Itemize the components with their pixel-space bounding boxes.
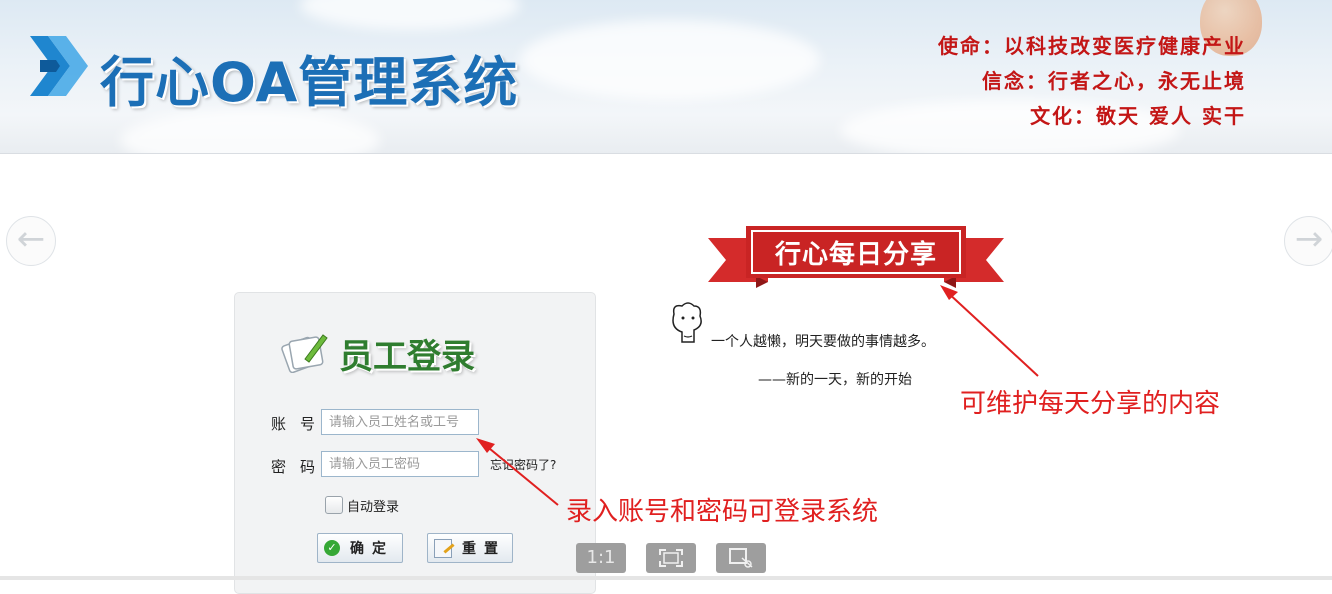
horizontal-scrollbar[interactable] [0,576,1332,580]
confirm-button-label: 确定 [350,541,394,557]
account-input[interactable] [321,409,479,435]
notebook-pen-icon [281,334,328,373]
header-banner: 行心OA管理系统 使命：以科技改变医疗健康产业 信念：行者之心，永无止境 文化：… [0,0,1332,154]
export-icon [729,548,753,568]
prev-arrow-button[interactable]: ← [6,216,56,266]
cartoon-figure-icon [672,302,702,343]
share-annotation: 可维护每天分享的内容 [960,389,1221,419]
fullscreen-button[interactable] [646,543,696,573]
reset-button[interactable]: 重置 [427,533,513,563]
arrow-left-icon: ← [16,219,46,259]
logo-icon [30,36,88,96]
auto-login-label: 自动登录 [347,500,400,515]
confirm-button[interactable]: ✓ 确定 [317,533,403,563]
login-annotation: 录入账号和密码可登录系统 [566,497,879,527]
reset-button-label: 重置 [462,541,506,557]
login-panel: 员工登录 账号 密码 忘记密码了? 自动登录 ✓ 确定 重置 [234,292,596,594]
password-input[interactable] [321,451,479,477]
actual-size-label: 1:1 [586,547,616,568]
actual-size-button[interactable]: 1:1 [576,543,626,573]
edit-form-icon [434,538,452,558]
arrow-right-icon: → [1294,219,1324,259]
motto-mission: 使命：以科技改变医疗健康产业 [938,34,1246,58]
check-circle-icon: ✓ [324,540,340,556]
fullscreen-icon [659,549,683,567]
share-title: 行心每日分享 [774,240,937,270]
forgot-password-link[interactable]: 忘记密码了? [490,456,556,473]
share-attribution: ——新的一天，新的开始 [758,372,912,388]
motto-belief: 信念：行者之心，永无止境 [982,69,1246,93]
motto-culture: 文化：敬天 爱人 实干 [1030,104,1246,128]
auto-login-checkbox[interactable] [325,496,343,514]
share-quote: 一个人越懒，明天要做的事情越多。 [711,334,935,350]
app-title: 行心OA管理系统 [100,51,519,114]
next-arrow-button[interactable]: → [1284,216,1332,266]
login-heading: 员工登录 [339,337,475,377]
export-button[interactable] [716,543,766,573]
